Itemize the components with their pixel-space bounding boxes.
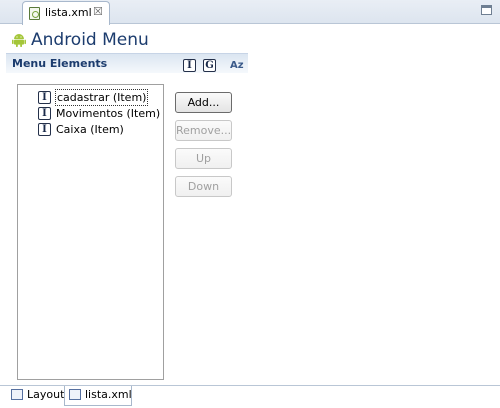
down-button[interactable]: Down [175,176,232,197]
sort-alphabetical-button[interactable]: Az [230,60,244,71]
editor-tab-strip: lista.xml ☒ [0,0,500,25]
section-title: Menu Elements [12,57,108,70]
item-icon: I [38,91,51,104]
xml-file-icon [29,7,40,20]
tree-item-label: Movimentos (Item) [56,107,161,120]
tab-layout[interactable]: Layout [7,386,65,406]
add-button[interactable]: Add... [175,92,232,113]
tree-item-label: cadastrar (Item) [55,89,149,106]
android-icon [12,34,26,47]
source-file-icon [69,389,81,400]
tree-item-label: Caixa (Item) [56,123,124,136]
close-icon[interactable]: ☒ [93,5,103,18]
tab-label: lista.xml [85,388,132,401]
layout-icon [11,389,23,400]
section-header: Menu Elements I G Az [6,53,248,73]
editor-tab-label: lista.xml [45,6,92,19]
sort-item-button[interactable]: I [183,59,196,72]
up-button[interactable]: Up [175,148,232,169]
tab-label: Layout [27,388,65,401]
menu-elements-tree[interactable]: I cadastrar (Item) I Movimentos (Item) I… [17,84,164,380]
sort-group-button[interactable]: G [203,59,216,72]
item-icon: I [38,123,51,136]
maximize-icon[interactable] [481,5,492,15]
tab-lista-xml[interactable]: lista.xml [64,386,132,406]
remove-button[interactable]: Remove... [175,120,232,141]
page-title: Android Menu [31,30,149,50]
item-icon: I [38,107,51,120]
editor-tab-lista-xml[interactable]: lista.xml ☒ [22,1,110,25]
